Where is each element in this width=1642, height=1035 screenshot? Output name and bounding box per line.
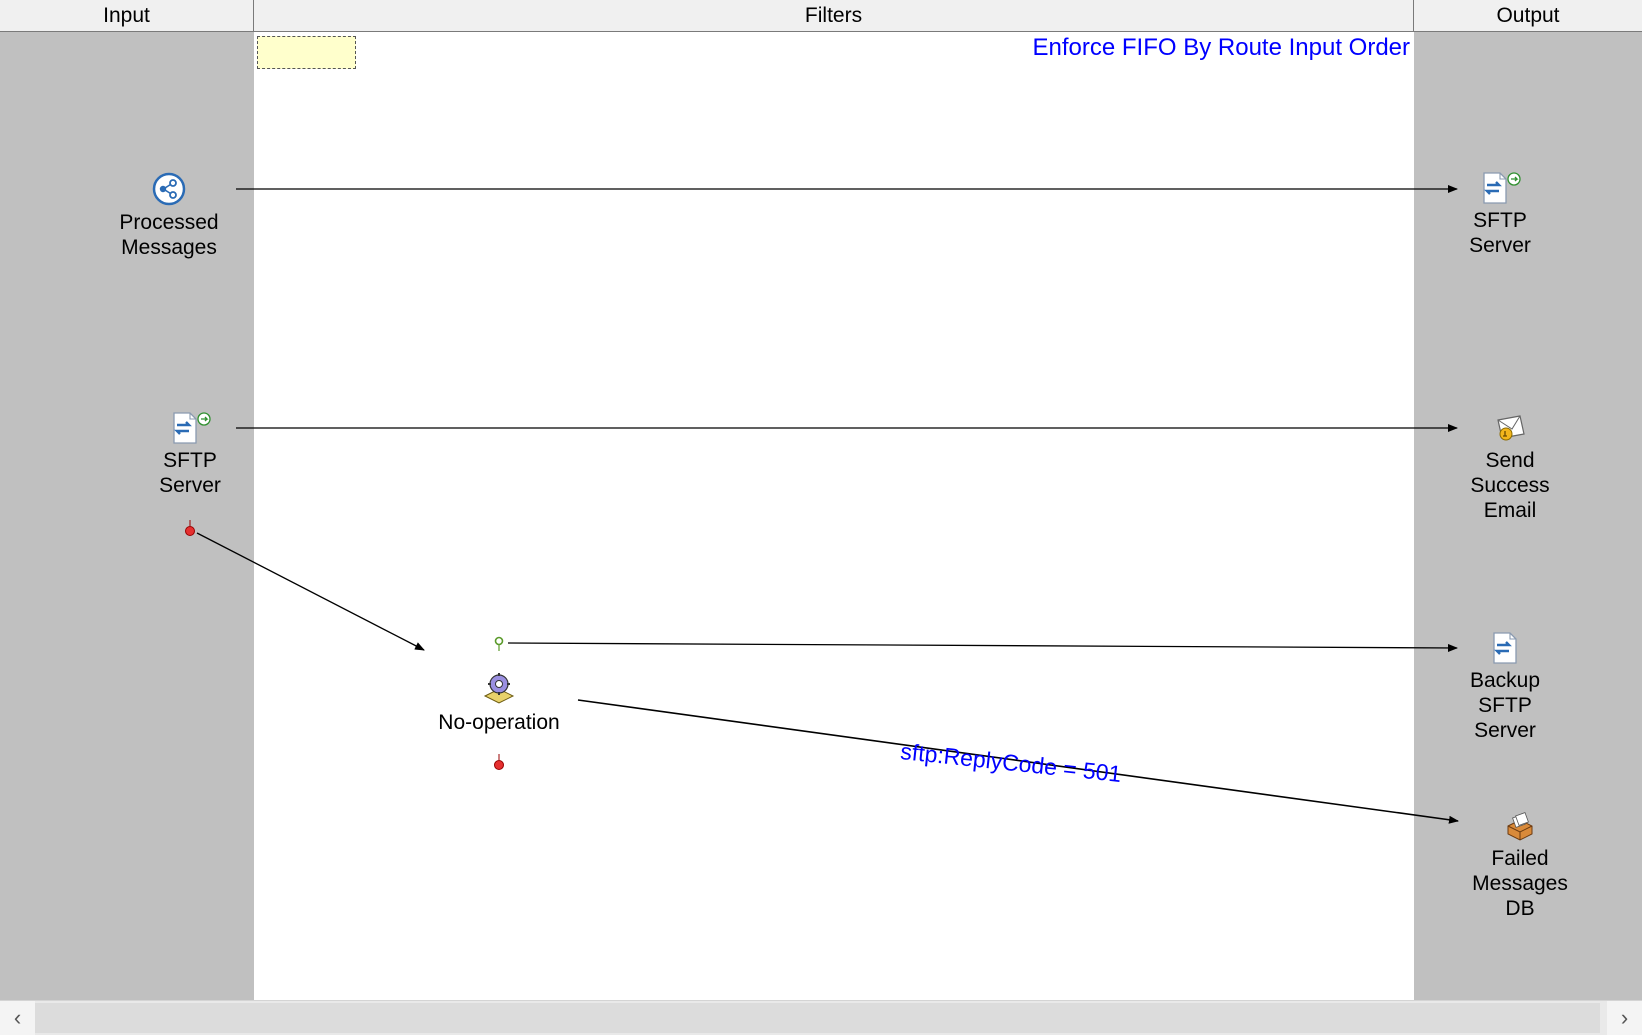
sftp-transfer-icon <box>1483 172 1521 204</box>
email-icon <box>1497 415 1525 441</box>
node-backup-sftp-server[interactable]: Backup SFTP Server <box>1445 630 1565 743</box>
no-operation-gear-icon <box>483 673 515 704</box>
node-send-success-email[interactable]: Send Success Email <box>1450 410 1570 523</box>
sftp-document-icon <box>1493 632 1517 664</box>
sftp-transfer-icon <box>173 412 211 444</box>
error-port-icon[interactable] <box>185 520 195 536</box>
node-label: SFTP Server <box>1469 209 1531 257</box>
node-label: Backup SFTP Server <box>1469 669 1541 742</box>
node-processed-messages[interactable]: Processed Messages <box>104 172 234 260</box>
node-failed-messages-db[interactable]: Failed Messages DB <box>1460 810 1580 921</box>
horizontal-scrollbar[interactable]: ‹ › <box>0 1000 1642 1035</box>
share-network-icon <box>152 172 186 206</box>
node-no-operation[interactable]: No-operation <box>424 670 574 735</box>
node-sftp-server-output[interactable]: SFTP Server <box>1440 170 1560 258</box>
success-port-icon[interactable] <box>494 636 504 652</box>
chevron-left-icon[interactable]: ‹ <box>0 1001 35 1035</box>
connection-sftp-error-to-noop[interactable] <box>196 532 425 651</box>
error-port-icon[interactable] <box>494 754 504 770</box>
node-label: SFTP Server <box>159 449 221 497</box>
node-label: Send Success Email <box>1470 449 1550 522</box>
scrollbar-thumb[interactable] <box>35 1003 1600 1033</box>
database-icon <box>1507 812 1533 841</box>
connection-noop-to-backup[interactable] <box>507 642 1458 652</box>
connection-wires <box>185 185 1459 824</box>
chevron-right-icon[interactable]: › <box>1607 1001 1642 1035</box>
node-sftp-server-input[interactable]: SFTP Server <box>130 410 250 498</box>
node-label: No-operation <box>438 711 560 734</box>
node-label: Failed Messages DB <box>1472 847 1568 920</box>
node-label: Processed Messages <box>119 211 219 259</box>
